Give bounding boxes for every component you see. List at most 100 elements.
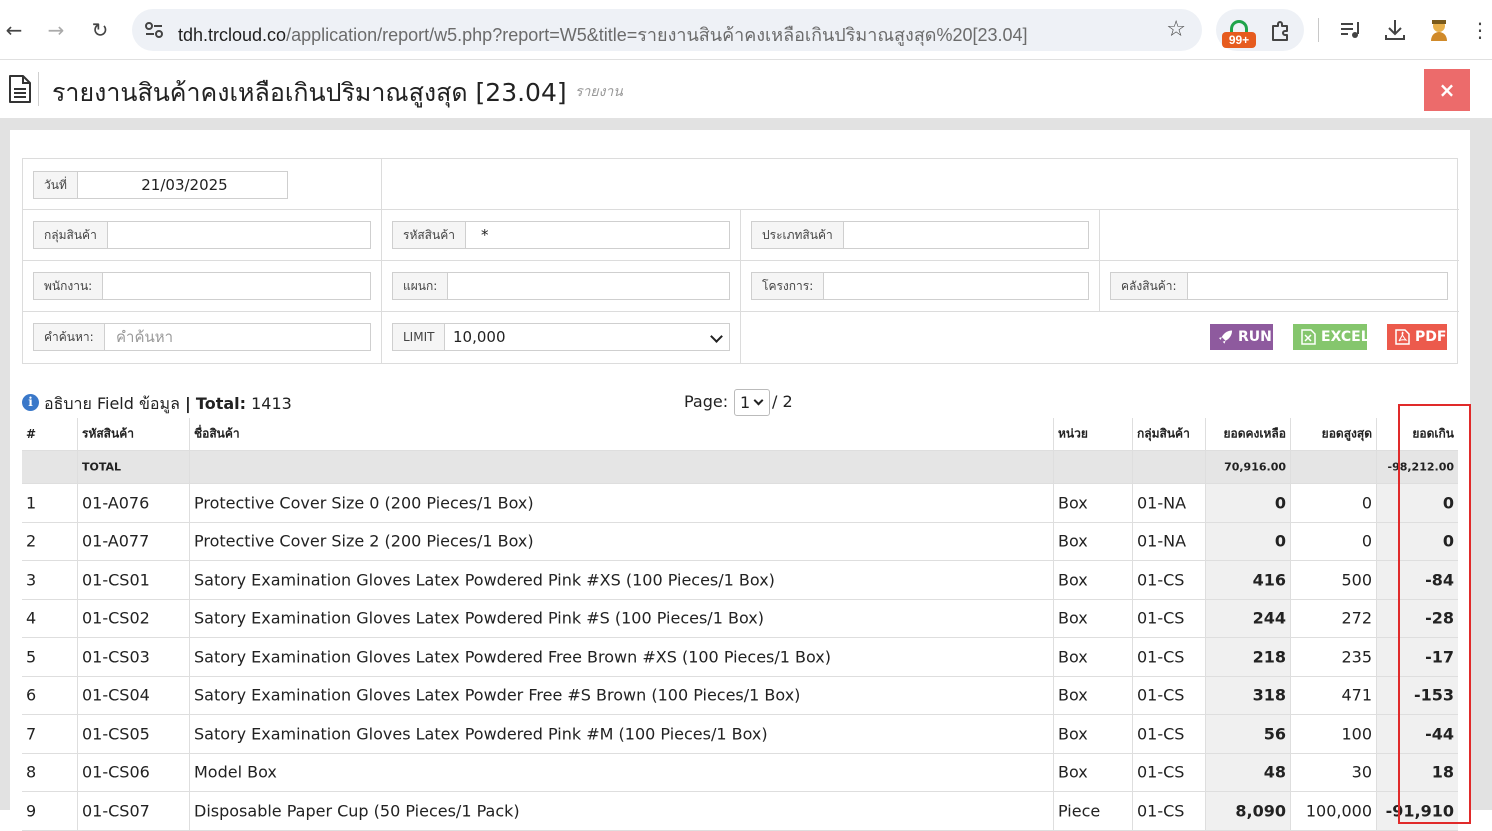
media-queue-icon[interactable] [1338, 17, 1364, 43]
cell-text: 01-CS [1137, 762, 1185, 782]
filter-cell-empty [382, 159, 1459, 210]
cell-no: 5 [22, 638, 78, 676]
cell-group: 01-CS [1133, 676, 1206, 714]
cell-text: Box [1058, 493, 1088, 513]
cell-text: 2 [26, 531, 37, 551]
extensions-puzzle-icon[interactable] [1270, 19, 1292, 41]
document-icon [9, 75, 31, 103]
url-host: tdh.trcloud.co [178, 25, 287, 45]
cell-max: 235 [1291, 638, 1377, 676]
close-button[interactable]: × [1424, 69, 1470, 111]
limit-select[interactable]: LIMIT 10,000 [392, 323, 730, 351]
page-label: Page: [684, 392, 729, 411]
extensions-area: 99+ [1216, 9, 1304, 51]
excel-button[interactable]: EXCEL [1293, 324, 1370, 350]
warehouse-field[interactable]: คลังสินค้า: [1110, 272, 1448, 300]
cell-text: 70,916.00 [1224, 460, 1286, 474]
cell-max: 272 [1291, 599, 1377, 637]
cell-excess: -17 [1377, 638, 1458, 676]
run-label: RUN [1238, 329, 1272, 345]
pdf-file-icon [1395, 329, 1410, 345]
cell-text: -91,910 [1385, 801, 1454, 821]
page-current: 1 [740, 393, 751, 412]
employee-field[interactable]: พนักงาน: [33, 272, 371, 300]
cell-excess: -84 [1377, 561, 1458, 599]
chevron-down-icon[interactable] [710, 330, 723, 343]
table-row: 2 01-A077 Protective Cover Size 2 (200 Pie… [22, 522, 1458, 561]
back-arrow-icon[interactable]: ← [0, 16, 28, 44]
field-description-link[interactable]: อธิบาย Field ข้อมูล [44, 394, 180, 413]
cell-text: 01-CS [1137, 608, 1185, 628]
product-group-label: กลุ่มสินค้า [34, 222, 108, 248]
forward-arrow-icon[interactable]: → [42, 16, 70, 44]
cell-text: Box [1058, 685, 1088, 705]
product-type-field[interactable]: ประเภทสินค้า [751, 221, 1089, 249]
product-group-field[interactable]: กลุ่มสินค้า [33, 221, 371, 249]
cell-excess: 0 [1377, 484, 1458, 522]
limit-value[interactable]: 10,000 [453, 324, 506, 350]
cell-name: Satory Examination Gloves Latex Powdered… [190, 599, 1054, 637]
department-field[interactable]: แผนก: [392, 272, 730, 300]
keyword-input[interactable]: คำค้นหา [116, 324, 173, 350]
cell-no: 3 [22, 561, 78, 599]
cell-no: 4 [22, 599, 78, 637]
table-row: 9 01-CS07 Disposable Paper Cup (50 Pieces/… [22, 792, 1458, 831]
cell-unit: หน่วย [1054, 418, 1133, 450]
date-label: วันที่ [34, 172, 78, 198]
project-field[interactable]: โครงการ: [751, 272, 1089, 300]
url-text[interactable]: tdh.trcloud.co/application/report/w5.php… [178, 20, 1028, 49]
address-bar[interactable]: tdh.trcloud.co/application/report/w5.php… [132, 9, 1202, 51]
cell-text: Box [1058, 608, 1088, 628]
total-value: 1413 [251, 394, 292, 413]
info-icon[interactable]: i [22, 394, 39, 411]
cell-text: หน่วย [1058, 426, 1088, 441]
keyword-field[interactable]: คำค้นหา: คำค้นหา [33, 323, 371, 351]
cell-text: Satory Examination Gloves Latex Powdered… [194, 647, 832, 667]
extension-cup-icon[interactable]: 99+ [1222, 20, 1256, 48]
excel-label: EXCEL [1321, 329, 1370, 345]
cell-excess: -28 [1377, 599, 1458, 637]
download-icon[interactable] [1382, 17, 1408, 43]
product-code-field[interactable]: รหัสสินค้า * [392, 221, 730, 249]
cell-excess: 0 [1377, 522, 1458, 560]
cell-name: ชื่อสินค้า [190, 418, 1054, 450]
cell-group: 01-CS [1133, 715, 1206, 753]
cell-name: Protective Cover Size 0 (200 Pieces/1 Bo… [190, 484, 1054, 522]
cell-text: 01-CS [1137, 724, 1185, 744]
cell-unit: Box [1054, 484, 1133, 522]
profile-avatar-icon[interactable] [1426, 17, 1452, 43]
product-code-value[interactable]: * [481, 222, 489, 248]
cell-text: Box [1058, 570, 1088, 590]
cell-balance: 8,090 [1206, 792, 1291, 830]
pdf-button[interactable]: PDF [1387, 324, 1447, 350]
page-select[interactable]: 1 [734, 389, 770, 416]
cell-text: 8,090 [1235, 801, 1286, 821]
cell-no: # [22, 418, 78, 450]
cell-text: 0 [1274, 531, 1286, 551]
cell-code: 01-CS06 [78, 753, 190, 791]
cell-name [190, 451, 1054, 483]
cell-balance: 244 [1206, 599, 1291, 637]
date-value[interactable]: 21/03/2025 [82, 172, 287, 198]
rocket-icon [1218, 330, 1233, 344]
bookmark-star-icon[interactable]: ☆ [1166, 17, 1186, 42]
extension-badge-count: 99+ [1222, 32, 1256, 48]
cell-group: 01-CS [1133, 599, 1206, 637]
cell-text: 7 [26, 724, 37, 744]
filter-cell-product-code: รหัสสินค้า * [382, 210, 741, 261]
cell-group: 01-NA [1133, 484, 1206, 522]
site-settings-icon[interactable] [144, 20, 164, 40]
cell-name: Protective Cover Size 2 (200 Pieces/1 Bo… [190, 522, 1054, 560]
cell-text: 56 [1263, 724, 1286, 744]
filter-cell-warehouse: คลังสินค้า: [1100, 261, 1459, 312]
run-button[interactable]: RUN [1210, 324, 1273, 350]
browser-menu-icon[interactable]: ⋮ [1470, 16, 1490, 44]
reload-icon[interactable]: ↻ [86, 16, 114, 44]
cell-unit: Box [1054, 715, 1133, 753]
cell-code: 01-CS02 [78, 599, 190, 637]
cell-balance: 48 [1206, 753, 1291, 791]
date-field[interactable]: วันที่ 21/03/2025 [33, 171, 288, 199]
cell-text: 1 [26, 493, 37, 513]
cell-group: กลุ่มสินค้า [1133, 418, 1206, 450]
cell-code: TOTAL [78, 451, 190, 483]
